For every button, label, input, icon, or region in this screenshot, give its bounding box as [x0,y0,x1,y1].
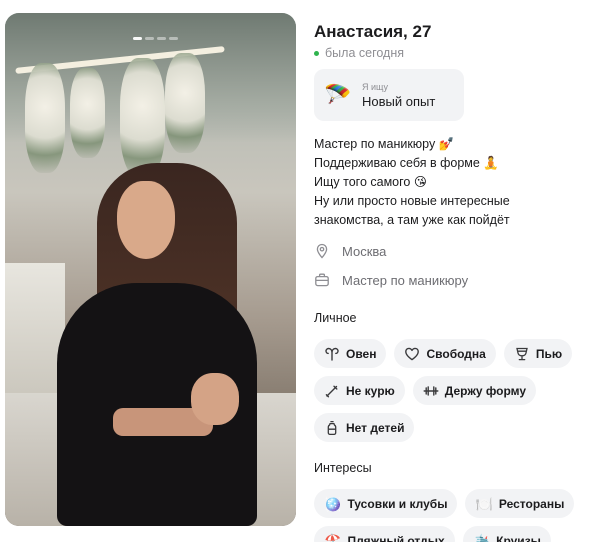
chip-label: Тусовки и клубы [347,496,448,511]
looking-for-value: Новый опыт [362,93,436,109]
chip-label: Пью [535,346,563,361]
looking-for-label: Я ищу [362,81,389,92]
heart-icon [405,347,420,360]
chip-cruises: 🛳️ Круизы [462,526,551,542]
photo-decor [165,53,205,153]
beach-icon: 🏖️ [324,532,342,542]
personal-chips: Овен Свободна Пью Не курю Держу форму Не… [314,339,596,442]
chip-no-kids: Нет детей [314,413,415,442]
chip-label: Рестораны [498,496,565,511]
chip-parties-clubs: 🪩 Тусовки и клубы [314,489,458,518]
briefcase-icon [315,273,329,287]
cutlery-icon: 🍽️ [475,495,493,512]
chip-label: Держу форму [444,383,527,398]
chip-fitness: Держу форму [412,376,537,405]
online-status: была сегодня [314,46,404,60]
profile-bio: Мастер по маникюру 💅 Поддерживаю себя в … [314,135,574,230]
photo-dot[interactable] [145,37,154,40]
photo-pagination[interactable] [133,37,178,40]
location-row: Москва [314,243,386,259]
chip-drinks: Пью [503,339,573,368]
location-text: Москва [342,243,387,259]
glass-icon [516,347,528,360]
interests-section-title: Интересы [314,461,372,475]
photo-dot[interactable] [169,37,178,40]
no-smoking-icon [325,385,338,397]
chip-label: Не курю [346,383,395,398]
photo-subject [191,373,239,425]
bio-line: Поддерживаю себя в форме 🧘 [314,156,499,170]
photo-decor [70,68,105,158]
chip-label: Овен [346,346,377,361]
location-pin-icon [316,243,328,259]
bio-line: Ищу того самого 😘 [314,175,427,189]
photo-decor [5,263,65,413]
photo-dot[interactable] [133,37,142,40]
chip-beach: 🏖️ Пляжный отдых [314,526,455,542]
chip-no-smoking: Не курю [314,376,405,405]
photo-dot[interactable] [157,37,166,40]
parachute-icon: 🪂 [324,82,352,107]
bio-line: Мастер по маникюру 💅 [314,137,455,151]
looking-for-card: 🪂 Я ищу Новый опыт [314,69,464,121]
profile-photo[interactable] [5,13,296,526]
interests-chips: 🪩 Тусовки и клубы 🍽️ Рестораны 🏖️ Пляжны… [314,489,596,542]
baby-bottle-icon [327,420,337,435]
chip-label: Свободна [426,346,486,361]
chip-restaurants: 🍽️ Рестораны [465,489,575,518]
status-dot [314,50,319,56]
disco-ball-icon: 🪩 [324,495,342,512]
dumbbell-icon [423,385,439,396]
photo-subject [117,181,175,259]
status-text: была сегодня [325,46,404,60]
chip-label: Круизы [496,533,541,542]
ship-icon: 🛳️ [472,532,491,542]
bio-line: знакомства, а там уже как пойдёт [314,213,510,227]
chip-single: Свободна [394,339,496,368]
aries-icon [325,347,339,361]
chip-label: Нет детей [346,420,405,435]
photo-decor [120,58,165,178]
personal-section-title: Личное [314,311,357,325]
photo-decor [25,63,65,173]
chip-label: Пляжный отдых [347,533,445,542]
profile-name: Анастасия, 27 [314,22,432,41]
job-row: Мастер по маникюру [314,272,468,288]
chip-aries: Овен [314,339,387,368]
bio-line: Ну или просто новые интересные [314,194,510,208]
job-text: Мастер по маникюру [342,272,469,288]
